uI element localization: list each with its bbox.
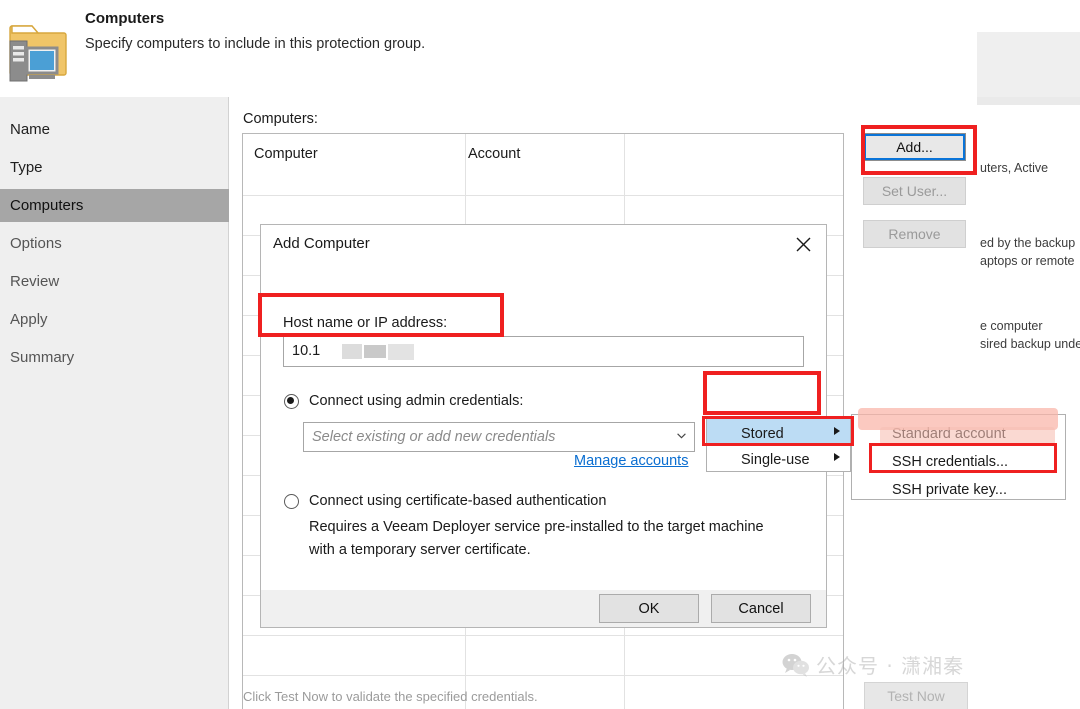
sidebar-item-type[interactable]: Type: [0, 151, 229, 184]
chevron-right-icon: [834, 453, 840, 461]
table-row-divider: [243, 635, 843, 636]
help-text-line: aptops or remote: [980, 254, 1075, 268]
watermark: 公众号 · 潇湘秦: [782, 650, 964, 679]
validation-hint: Click Test Now to validate the specified…: [243, 689, 538, 704]
sidebar-item-review[interactable]: Review: [0, 265, 229, 298]
help-text-line: e computer: [980, 319, 1043, 333]
cancel-button[interactable]: Cancel: [711, 594, 811, 623]
help-text-line: ed by the backup: [980, 236, 1075, 250]
wechat-icon: [782, 653, 810, 677]
ok-button[interactable]: OK: [599, 594, 699, 623]
host-name-input[interactable]: 10.1: [283, 336, 804, 367]
redaction-block: [342, 344, 362, 359]
certificate-desc-line-2: with a temporary server certificate.: [309, 539, 531, 562]
table-row-divider: [243, 195, 843, 196]
help-text-line: uters, Active: [980, 161, 1048, 175]
menu-item-label: Single-use: [741, 448, 810, 473]
set-user-button[interactable]: Set User...: [863, 177, 966, 205]
annotation-box-ssh-credentials: [869, 443, 1057, 473]
chevron-down-icon: [677, 433, 686, 439]
annotation-box-host-field: [258, 293, 504, 337]
annotation-box-add-button: [861, 125, 977, 175]
close-icon[interactable]: [792, 233, 816, 255]
help-panel-shade: [977, 32, 1080, 97]
dialog-title: Add Computer: [273, 235, 370, 252]
redaction-block: [364, 345, 386, 358]
credentials-select[interactable]: Select existing or add new credentials: [303, 422, 695, 452]
menu-item-single-use[interactable]: Single-use: [707, 445, 850, 470]
menu-item-label: SSH private key...: [892, 478, 1007, 503]
wizard-sidebar: Name Type Computers Options Review Apply…: [0, 97, 229, 709]
page-header: Computers Specify computers to include i…: [0, 0, 976, 97]
app-window: Computers Specify computers to include i…: [0, 0, 1080, 709]
help-text-line: sired backup under: [980, 337, 1080, 351]
help-panel: uters, Active ed by the backup aptops or…: [977, 0, 1080, 709]
page-title: Computers: [85, 10, 164, 27]
certificate-auth-label: Connect using certificate-based authenti…: [309, 493, 606, 509]
host-name-value: 10.1: [292, 343, 320, 359]
submenu-item-ssh-private-key[interactable]: SSH private key...: [852, 475, 1065, 500]
dialog-footer: OK Cancel: [261, 590, 826, 627]
table-row-divider: [243, 675, 843, 676]
dialog-title-bar: Add Computer: [261, 225, 826, 263]
sidebar-item-options[interactable]: Options: [0, 227, 229, 260]
table-header-row: [243, 134, 843, 196]
admin-credentials-radio[interactable]: [284, 394, 299, 409]
computers-folder-icon: [6, 18, 72, 86]
sidebar-item-name[interactable]: Name: [0, 113, 229, 146]
sidebar-item-summary[interactable]: Summary: [0, 341, 229, 374]
redaction-block: [388, 344, 414, 360]
annotation-box-stored-item: [702, 416, 854, 446]
certificate-auth-radio[interactable]: [284, 494, 299, 509]
sidebar-item-computers[interactable]: Computers: [0, 189, 229, 222]
test-now-button[interactable]: Test Now: [864, 682, 968, 709]
manage-accounts-link[interactable]: Manage accounts: [574, 453, 688, 469]
watermark-text: 公众号 · 潇湘秦: [816, 650, 964, 679]
remove-button[interactable]: Remove: [863, 220, 966, 248]
sidebar-item-apply[interactable]: Apply: [0, 303, 229, 336]
help-panel-band: [977, 97, 1080, 105]
column-header-account[interactable]: Account: [468, 146, 520, 162]
credentials-placeholder: Select existing or add new credentials: [312, 429, 555, 445]
computers-list-label: Computers:: [243, 111, 318, 127]
certificate-desc-line-1: Requires a Veeam Deployer service pre-in…: [309, 516, 764, 539]
column-header-computer[interactable]: Computer: [254, 146, 318, 162]
annotation-box-credentials-add: [703, 371, 821, 415]
admin-credentials-label: Connect using admin credentials:: [309, 393, 523, 409]
page-subtitle: Specify computers to include in this pro…: [85, 36, 425, 52]
